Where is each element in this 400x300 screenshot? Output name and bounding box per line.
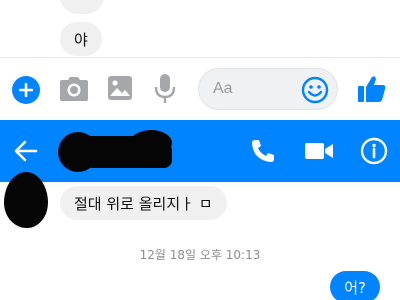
thumbs-up-icon[interactable] <box>356 73 388 105</box>
incoming-message-bubble[interactable]: 야 <box>60 22 102 56</box>
message-text: 절대 위로 올리지ㅏ ㅁ <box>74 194 213 213</box>
message-composer: Aa <box>0 57 400 119</box>
microphone-icon[interactable] <box>152 72 178 106</box>
smiley-icon[interactable] <box>301 76 329 104</box>
message-input-placeholder: Aa <box>213 80 233 97</box>
info-icon[interactable] <box>360 137 388 165</box>
message-thread-top: 야 <box>0 0 400 57</box>
plus-icon[interactable] <box>12 76 40 104</box>
message-bubble-partial <box>60 0 104 14</box>
message-text: 야 <box>74 30 88 49</box>
message-input[interactable]: Aa <box>198 68 338 110</box>
incoming-message-bubble[interactable]: 절대 위로 올리지ㅏ ㅁ <box>60 186 227 220</box>
camera-icon[interactable] <box>58 74 90 104</box>
conversation-header <box>0 120 400 182</box>
arrow-left-icon[interactable] <box>12 137 40 165</box>
sender-avatar-redacted[interactable] <box>4 172 48 228</box>
image-icon[interactable] <box>106 73 134 103</box>
phone-icon[interactable] <box>250 138 276 164</box>
video-camera-icon[interactable] <box>304 139 334 163</box>
contact-name-redacted-part <box>130 130 172 156</box>
message-timestamp: 12월 18일 오후 10:13 <box>139 248 261 262</box>
outgoing-message-bubble[interactable]: 어? <box>330 271 380 300</box>
message-text: 어? <box>344 278 366 297</box>
